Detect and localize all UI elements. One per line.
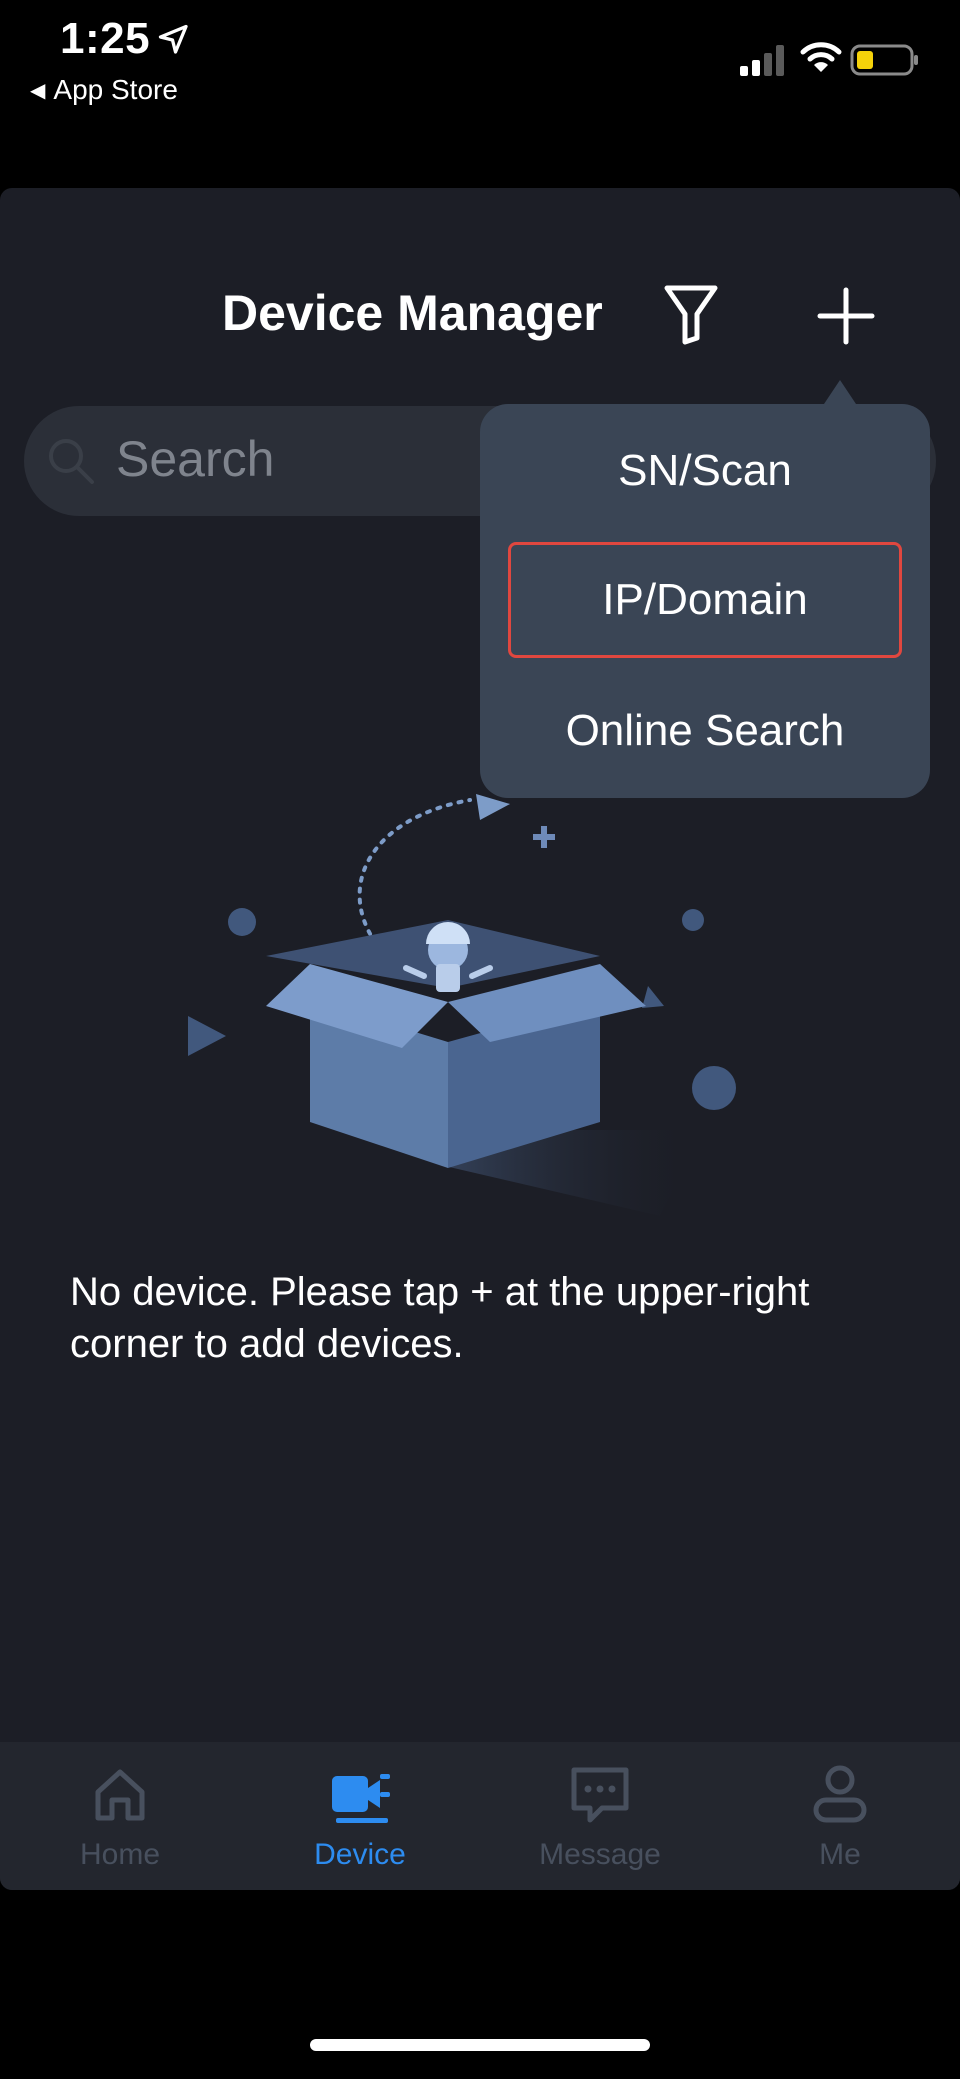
home-icon bbox=[95, 1769, 145, 1821]
add-device-plus-icon[interactable] bbox=[816, 286, 876, 346]
search-input[interactable] bbox=[116, 430, 416, 488]
tab-device-label: Device bbox=[314, 1838, 406, 1871]
search-icon bbox=[49, 439, 94, 484]
home-indicator[interactable] bbox=[310, 2039, 650, 2051]
tab-me[interactable]: Me bbox=[720, 1762, 960, 1892]
tab-message-label: Message bbox=[539, 1838, 661, 1871]
empty-box-illustration bbox=[188, 794, 736, 1216]
location-arrow-icon bbox=[158, 24, 188, 54]
battery-icon bbox=[850, 44, 918, 76]
video-camera-icon bbox=[332, 1774, 390, 1823]
wifi-icon bbox=[800, 42, 842, 72]
back-triangle-icon: ◀ bbox=[30, 79, 46, 102]
person-icon bbox=[813, 1765, 867, 1823]
back-app-label: App Store bbox=[53, 74, 178, 105]
status-bar: 1:25 ◀ App Store bbox=[0, 0, 960, 188]
menu-item-ip-domain[interactable]: IP/Domain bbox=[508, 542, 902, 658]
back-to-app-store[interactable]: ◀ App Store bbox=[30, 74, 178, 106]
menu-item-online-search[interactable]: Online Search bbox=[480, 706, 930, 756]
dropdown-caret bbox=[824, 380, 856, 404]
chat-bubble-icon bbox=[571, 1767, 629, 1823]
tab-home[interactable]: Home bbox=[0, 1762, 240, 1892]
tab-device[interactable]: Device bbox=[240, 1762, 480, 1892]
menu-item-sn-scan[interactable]: SN/Scan bbox=[480, 446, 930, 496]
tab-home-label: Home bbox=[79, 1838, 161, 1871]
empty-state-message: No device. Please tap + at the upper-rig… bbox=[70, 1270, 810, 1366]
add-device-menu: SN/Scan IP/Domain Online Search bbox=[480, 404, 930, 798]
status-time: 1:25 bbox=[60, 14, 151, 63]
filter-icon[interactable] bbox=[662, 282, 720, 346]
page-title: Device Manager bbox=[222, 285, 603, 341]
cellular-signal-icon bbox=[740, 45, 784, 76]
tab-me-label: Me bbox=[819, 1838, 861, 1871]
tab-message[interactable]: Message bbox=[480, 1762, 720, 1892]
